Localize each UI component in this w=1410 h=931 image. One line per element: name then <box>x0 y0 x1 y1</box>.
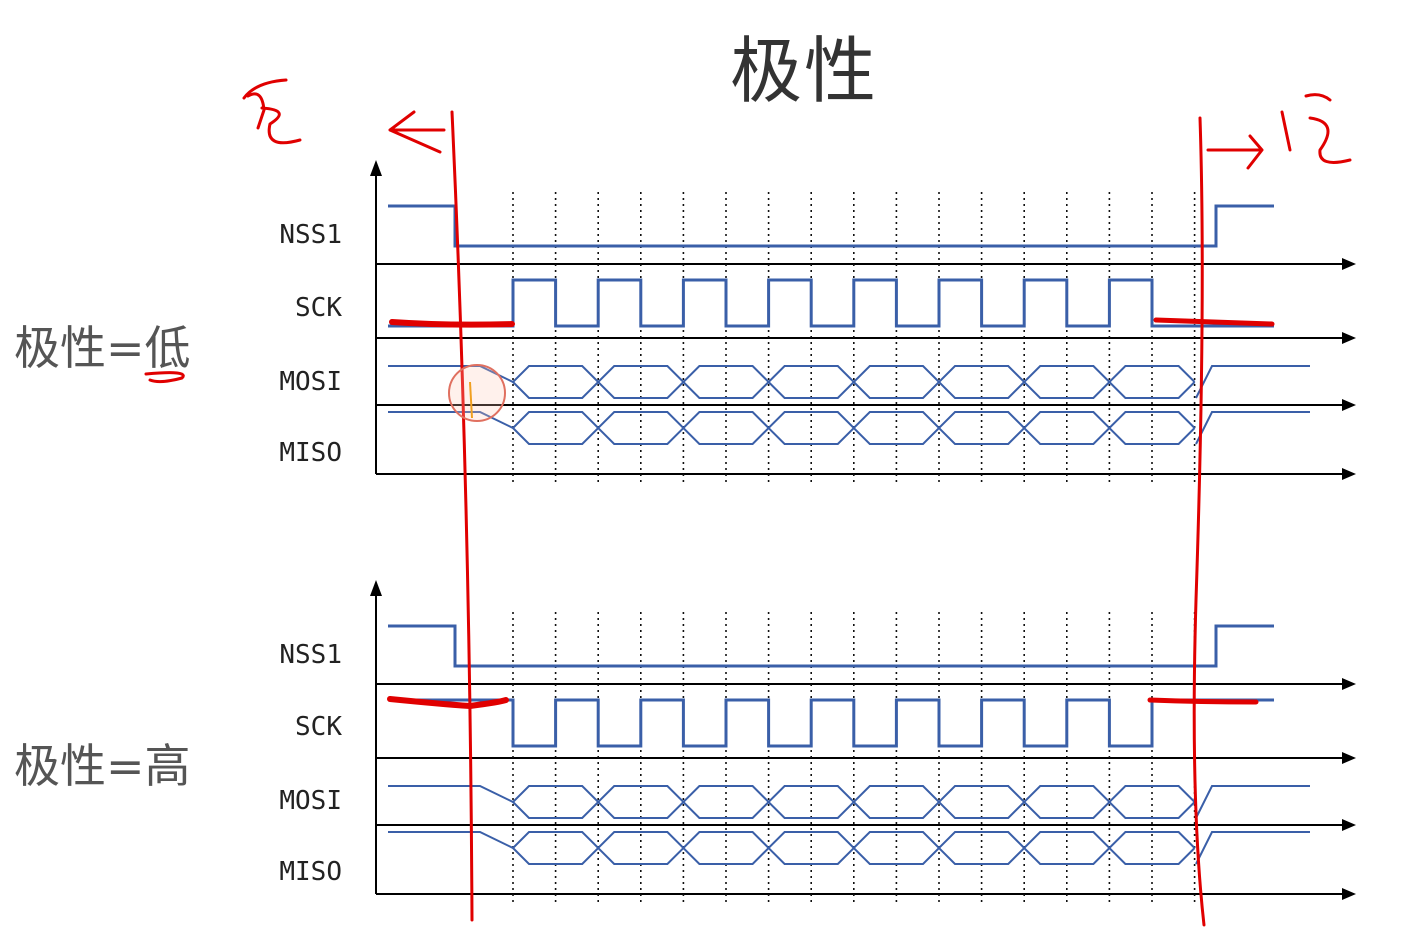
row-baseline-arrow-icon <box>1342 399 1356 411</box>
sck-waveform <box>388 278 1274 328</box>
vertical-axis-arrow-icon <box>370 160 382 176</box>
annotation-sck-idle-right-bottom <box>1147 697 1259 705</box>
row-baseline-arrow-icon <box>1342 332 1356 344</box>
row-baseline-arrow-icon <box>1342 819 1356 831</box>
miso-waveform-lower <box>512 426 1196 445</box>
annotation-label-underline <box>144 371 185 384</box>
row-baseline-arrow-icon <box>1342 678 1356 690</box>
miso-waveform-tail <box>1195 411 1310 445</box>
mosi-waveform-upper <box>388 785 1196 804</box>
vertical-axis-arrow-icon <box>370 580 382 596</box>
miso-waveform-tail <box>1195 831 1310 865</box>
timing-diagram-svg <box>144 78 1356 927</box>
row-baseline-arrow-icon <box>1342 258 1356 270</box>
mosi-waveform-upper <box>388 365 1196 384</box>
miso-waveform-lower <box>512 846 1196 865</box>
miso-waveform-upper <box>388 831 1196 850</box>
timing-diagram-stage: 极性 极性=低 极性=高 NSS1 SCK MOSI MISO NSS1 SCK… <box>0 0 1410 931</box>
annotation-sck-idle-right-top <box>1153 317 1275 327</box>
annotation-right-scribble-icon <box>1280 93 1352 164</box>
annotation-right-arrow-icon <box>1206 134 1264 170</box>
nss1-waveform <box>388 624 1274 668</box>
annotation-left-arrow-icon <box>388 110 446 154</box>
row-baseline-arrow-icon <box>1342 752 1356 764</box>
sck-waveform <box>388 698 1274 748</box>
mosi-waveform-tail <box>1195 785 1310 819</box>
row-baseline-arrow-icon <box>1342 888 1356 900</box>
nss1-waveform <box>388 204 1274 248</box>
cursor-click-indicator-icon <box>448 364 506 422</box>
row-baseline-arrow-icon <box>1342 468 1356 480</box>
miso-waveform-upper <box>388 411 1196 430</box>
annotation-left-scribble-icon <box>242 78 302 145</box>
mosi-waveform-tail <box>1195 365 1310 399</box>
annotation-sck-idle-left-top <box>389 319 515 328</box>
